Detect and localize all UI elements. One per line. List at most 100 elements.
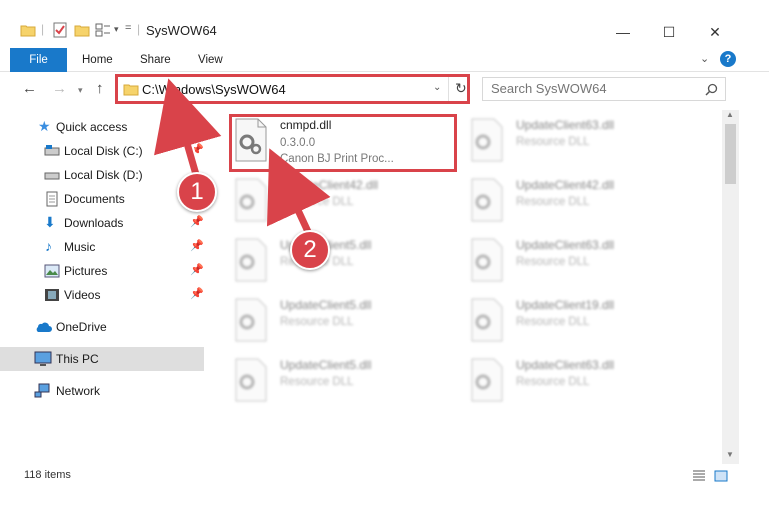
up-arrow-icon[interactable]: ↑ xyxy=(96,80,104,97)
sidebar-item-label: Network xyxy=(56,384,101,398)
navigation-pane: ★ Quick access Local Disk (C:) 📌 Local D… xyxy=(0,110,205,464)
dll-file-icon xyxy=(235,238,267,282)
separator: | xyxy=(41,22,45,36)
file-type: Resource DLL xyxy=(280,196,354,208)
network-icon xyxy=(34,383,50,398)
dll-file-icon xyxy=(235,358,267,402)
address-path[interactable]: C:\Windows\SysWOW64 xyxy=(142,82,286,97)
file-item[interactable]: UpdateClient63.dll Resource DLL xyxy=(468,356,690,410)
item-count: 118 items xyxy=(24,469,71,481)
dll-file-icon xyxy=(471,178,503,222)
folder-icon xyxy=(123,84,139,96)
sidebar-item-label: Pictures xyxy=(64,264,108,278)
customize-quick-access-icon[interactable] xyxy=(95,22,111,38)
sidebar-item-music[interactable]: ♪ Music 📌 xyxy=(0,235,204,259)
file-item[interactable]: UpdateClient5.dll Resource DLL xyxy=(232,236,454,290)
customize-icon[interactable]: = xyxy=(125,22,131,34)
file-type: Resource DLL xyxy=(516,376,590,388)
properties-icon[interactable] xyxy=(52,22,68,38)
file-item[interactable]: UpdateClient63.dll Resource DLL xyxy=(468,236,690,290)
minimize-button[interactable]: — xyxy=(600,18,646,46)
pin-icon[interactable]: 📌 xyxy=(190,215,204,228)
search-input[interactable] xyxy=(491,81,691,96)
file-item[interactable]: UpdateClient63.dll Resource DLL xyxy=(468,116,690,170)
search-box[interactable] xyxy=(482,77,726,101)
details-view-icon[interactable] xyxy=(692,469,706,483)
file-type: Resource DLL xyxy=(516,256,590,268)
sidebar-item-label: Local Disk (C:) xyxy=(64,144,143,158)
large-icons-view-icon[interactable] xyxy=(714,469,728,483)
tab-view[interactable]: View xyxy=(198,54,223,66)
sidebar-item-label: Videos xyxy=(64,288,101,302)
vertical-scrollbar[interactable]: ▲ ▼ xyxy=(722,110,739,464)
new-folder-icon[interactable] xyxy=(74,22,90,38)
recent-locations-icon[interactable]: ▾ xyxy=(78,85,83,96)
file-item[interactable]: UpdateClient5.dll Resource DLL xyxy=(232,296,454,350)
status-bar: 118 items xyxy=(0,464,740,488)
sidebar-item-label: Music xyxy=(64,240,96,254)
address-dropdown-icon[interactable]: ⌄ xyxy=(433,82,441,93)
file-type: Resource DLL xyxy=(516,316,590,328)
refresh-icon[interactable]: ↻ xyxy=(455,80,467,97)
sidebar-item-onedrive[interactable]: OneDrive xyxy=(0,315,204,339)
scroll-down-icon[interactable]: ▼ xyxy=(726,450,734,459)
pin-icon[interactable]: 📌 xyxy=(190,143,204,156)
file-name: UpdateClient63.dll xyxy=(516,238,615,252)
step-one-badge: 1 xyxy=(177,172,217,212)
scroll-up-icon[interactable]: ▲ xyxy=(726,110,734,119)
computer-icon xyxy=(34,351,52,366)
file-type: Resource DLL xyxy=(280,376,354,388)
pin-icon[interactable]: 📌 xyxy=(190,287,204,300)
back-arrow-icon[interactable]: ← xyxy=(22,80,37,97)
music-icon: ♪ xyxy=(45,238,52,254)
file-item[interactable]: UpdateClient42.dll Resource DLL xyxy=(232,176,454,230)
folder-icon xyxy=(20,25,36,37)
expand-ribbon-icon[interactable]: ⌄ xyxy=(700,52,709,65)
dll-file-icon xyxy=(235,298,267,342)
search-icon[interactable] xyxy=(705,83,718,96)
download-icon: ⬇ xyxy=(44,214,56,230)
dll-file-icon xyxy=(471,298,503,342)
tab-file[interactable]: File xyxy=(10,48,67,72)
close-button[interactable]: ✕ xyxy=(692,18,738,46)
tab-share[interactable]: Share xyxy=(140,54,171,66)
separator xyxy=(448,77,449,101)
cloud-icon xyxy=(36,322,52,332)
file-name: UpdateClient63.dll xyxy=(516,118,615,132)
sidebar-item-label: Downloads xyxy=(64,216,124,230)
window-title: SysWOW64 xyxy=(146,23,217,38)
drive-icon xyxy=(44,145,60,156)
file-name: UpdateClient63.dll xyxy=(516,358,615,372)
file-item[interactable]: UpdateClient42.dll Resource DLL xyxy=(468,176,690,230)
maximize-button[interactable]: ☐ xyxy=(646,18,692,46)
star-icon: ★ xyxy=(38,118,51,134)
dll-file-icon xyxy=(235,178,267,222)
sidebar-item-downloads[interactable]: ⬇ Downloads 📌 xyxy=(0,211,204,235)
sidebar-item-this-pc[interactable]: This PC xyxy=(0,347,204,371)
sidebar-item-pictures[interactable]: Pictures 📌 xyxy=(0,259,204,283)
sidebar-item-quick-access[interactable]: ★ Quick access xyxy=(0,115,204,139)
file-type: Resource DLL xyxy=(516,136,590,148)
file-name: UpdateClient19.dll xyxy=(516,298,615,312)
help-button[interactable]: ? xyxy=(720,51,736,67)
file-type: Resource DLL xyxy=(516,196,590,208)
pin-icon[interactable]: 📌 xyxy=(190,239,204,252)
sidebar-item-local-disk-d[interactable]: Local Disk (D:) xyxy=(0,163,204,187)
dropdown-arrow-icon[interactable]: ▾ xyxy=(114,24,119,35)
file-name: UpdateClient42.dll xyxy=(516,178,615,192)
scrollbar-thumb[interactable] xyxy=(725,124,736,184)
forward-arrow-icon[interactable]: → xyxy=(52,80,67,97)
sidebar-item-local-disk-c[interactable]: Local Disk (C:) 📌 xyxy=(0,139,204,163)
sidebar-item-documents[interactable]: Documents xyxy=(0,187,204,211)
tab-home[interactable]: Home xyxy=(82,54,113,66)
file-item[interactable]: UpdateClient5.dll Resource DLL xyxy=(232,356,454,410)
sidebar-item-videos[interactable]: Videos 📌 xyxy=(0,283,204,307)
sidebar-item-label: This PC xyxy=(56,352,99,366)
address-bar[interactable]: C:\Windows\SysWOW64 ⌄ ↻ xyxy=(115,74,470,104)
sidebar-item-label: Quick access xyxy=(56,120,128,134)
sidebar-item-label: Documents xyxy=(64,192,125,206)
step-two-badge: 2 xyxy=(290,230,330,270)
sidebar-item-network[interactable]: Network xyxy=(0,379,204,403)
file-item[interactable]: UpdateClient19.dll Resource DLL xyxy=(468,296,690,350)
pin-icon[interactable]: 📌 xyxy=(190,263,204,276)
